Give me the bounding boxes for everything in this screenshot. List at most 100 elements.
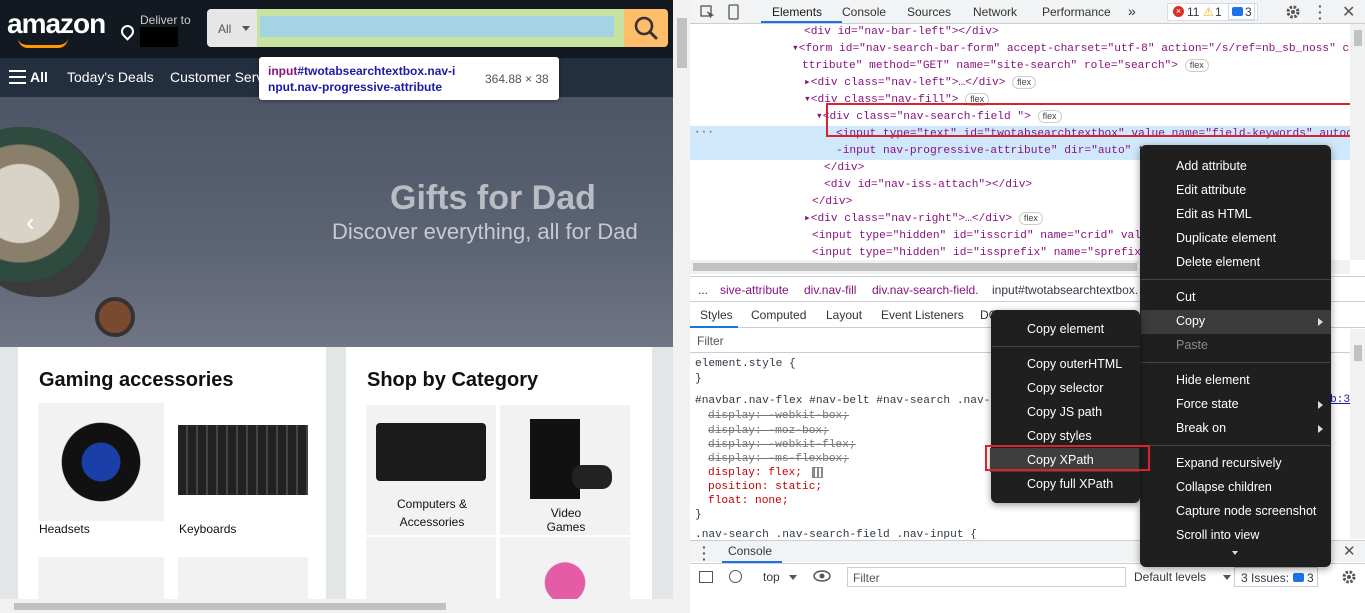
dom-node[interactable]: <input type="hidden" id="issprefix" name… xyxy=(812,245,1161,258)
default-levels-dropdown[interactable]: Default levels xyxy=(1134,570,1206,584)
more-tabs-button[interactable]: » xyxy=(1128,3,1136,19)
style-declaration[interactable]: display: flex; xyxy=(708,466,802,481)
headset-image[interactable] xyxy=(38,403,164,521)
menu-item-delete-element[interactable]: Delete element xyxy=(1176,255,1260,269)
tab-layout[interactable]: Layout xyxy=(826,308,862,322)
style-declaration[interactable]: float: none; xyxy=(708,494,789,509)
menu-item-duplicate-element[interactable]: Duplicate element xyxy=(1176,231,1276,245)
dom-node[interactable]: <div id="nav-iss-attach"></div> xyxy=(824,177,1032,194)
style-rule-selector[interactable]: element.style { xyxy=(695,357,796,372)
menu-item-cut[interactable]: Cut xyxy=(1176,290,1195,304)
console-filter-input[interactable]: Filter xyxy=(847,567,1126,587)
selected-dom-node-cont[interactable]: -input nav-progressive-attribute" dir="a… xyxy=(836,143,1145,160)
flex-badge[interactable]: flex xyxy=(1012,75,1037,89)
sidebar-toggle-icon[interactable] xyxy=(699,571,713,583)
menu-item-break-on[interactable]: Break on xyxy=(1176,421,1226,435)
style-rule-selector[interactable]: .nav-search .nav-search-field .nav-input… xyxy=(695,528,977,539)
page-vertical-scrollbar[interactable] xyxy=(673,0,690,613)
menu-item-copy-js-path[interactable]: Copy JS path xyxy=(1027,405,1102,419)
menu-item-add-attribute[interactable]: Add attribute xyxy=(1176,159,1247,173)
settings-gear-icon[interactable] xyxy=(1285,4,1301,20)
product-label[interactable]: Computers & xyxy=(382,497,482,511)
console-settings-gear-icon[interactable] xyxy=(1341,569,1357,585)
menu-item-expand-recursively[interactable]: Expand recursively xyxy=(1176,456,1282,470)
product-label[interactable]: Video Games xyxy=(530,506,602,534)
close-drawer-icon[interactable]: ✕ xyxy=(1343,542,1356,560)
breadcrumb-ellipsis[interactable]: ... xyxy=(698,283,708,297)
dom-node[interactable]: <input type="hidden" id="isscrid" name="… xyxy=(812,228,1148,245)
style-source-link[interactable]: b:3 xyxy=(1330,394,1350,406)
styles-filter-input[interactable]: Filter xyxy=(697,334,724,348)
tab-console[interactable]: Console xyxy=(842,5,886,19)
context-selector[interactable]: top xyxy=(763,570,780,584)
dom-node[interactable]: </div> xyxy=(824,160,864,177)
menu-item-edit-as-html[interactable]: Edit as HTML xyxy=(1176,207,1252,221)
elements-horizontal-scrollbar-thumb[interactable] xyxy=(693,263,1137,271)
dom-node[interactable]: <div id="nav-bar-left"></div> xyxy=(804,24,999,41)
close-devtools-icon[interactable]: ✕ xyxy=(1342,2,1355,22)
menu-item-copy-styles[interactable]: Copy styles xyxy=(1027,429,1092,443)
tab-event-listeners[interactable]: Event Listeners xyxy=(881,308,964,322)
flex-badge[interactable]: flex xyxy=(1184,58,1209,72)
dom-node[interactable]: </div> xyxy=(812,194,852,211)
menu-scroll-down-icon[interactable] xyxy=(1232,551,1238,555)
breadcrumb-item[interactable]: div.nav-search-field. xyxy=(872,283,979,297)
menu-item-collapse-children[interactable]: Collapse children xyxy=(1176,480,1272,494)
menu-item-copy-outerhtml[interactable]: Copy outerHTML xyxy=(1027,357,1122,371)
node-ellipsis-icon[interactable]: ··· xyxy=(694,127,714,139)
dom-node[interactable]: ▸<div class="nav-left">…</div> flex xyxy=(804,75,1037,92)
style-rule-selector[interactable]: #navbar.nav-flex #nav-belt #nav-search .… xyxy=(695,394,997,409)
style-declaration-overridden[interactable]: display: -webkit-flex; xyxy=(708,438,856,453)
style-declaration-overridden[interactable]: display: -moz-box; xyxy=(708,424,829,439)
hamburger-menu-icon[interactable] xyxy=(9,70,26,84)
device-toolbar-icon[interactable] xyxy=(726,4,740,20)
menu-item-capture-node-screenshot[interactable]: Capture node screenshot xyxy=(1176,504,1316,518)
search-category-dropdown[interactable]: All xyxy=(207,9,257,47)
elements-vertical-scrollbar-thumb[interactable] xyxy=(1354,30,1362,46)
menu-item-force-state[interactable]: Force state xyxy=(1176,397,1239,411)
style-declaration-overridden[interactable]: display: -ms-flexbox; xyxy=(708,452,849,467)
clear-console-icon[interactable] xyxy=(729,570,742,583)
dom-node[interactable]: ▸<div class="nav-right">…</div> flex xyxy=(804,211,1043,228)
menu-item-edit-attribute[interactable]: Edit attribute xyxy=(1176,183,1246,197)
menu-item-copy-full-xpath[interactable]: Copy full XPath xyxy=(1027,477,1113,491)
style-declaration-overridden[interactable]: display: -webkit-box; xyxy=(708,409,849,424)
hero-banner[interactable]: ‹ Gifts for Dad Discover everything, all… xyxy=(0,97,673,347)
amazon-logo[interactable]: amazon xyxy=(7,8,106,40)
dom-node[interactable]: ▾<form id="nav-search-bar-form" accept-c… xyxy=(792,41,1350,58)
breadcrumb-item[interactable]: sive-attribute xyxy=(720,283,789,297)
flexbox-editor-icon[interactable] xyxy=(812,467,823,478)
kebab-menu-icon[interactable]: · · · xyxy=(1318,0,1323,25)
deliver-to-label[interactable]: Deliver to xyxy=(140,13,191,27)
drawer-menu-icon[interactable]: · · · xyxy=(702,540,707,566)
horizontal-scrollbar-thumb[interactable] xyxy=(14,603,446,610)
elements-vertical-scrollbar[interactable] xyxy=(1350,24,1365,260)
messages-badge[interactable]: 3 xyxy=(1228,3,1255,20)
tab-sources[interactable]: Sources xyxy=(907,5,951,19)
nav-customer-service-link[interactable]: Customer Serv xyxy=(170,69,263,85)
nav-all-link[interactable]: All xyxy=(30,69,48,85)
styles-vertical-scrollbar-thumb[interactable] xyxy=(1354,345,1362,361)
carousel-prev-icon[interactable]: ‹ xyxy=(26,207,35,238)
menu-item-hide-element[interactable]: Hide element xyxy=(1176,373,1250,387)
drawer-tab-console[interactable]: Console xyxy=(728,544,772,558)
delivery-location-redacted[interactable] xyxy=(140,27,178,47)
tab-performance[interactable]: Performance xyxy=(1042,5,1111,19)
menu-item-copy[interactable]: Copy xyxy=(1176,314,1205,328)
product-label[interactable]: Headsets xyxy=(39,522,90,536)
tab-elements[interactable]: Elements xyxy=(772,5,822,19)
inspect-element-icon[interactable] xyxy=(700,5,714,19)
menu-item-copy-element[interactable]: Copy element xyxy=(1027,322,1104,336)
page-vertical-scrollbar-thumb[interactable] xyxy=(677,18,687,68)
tab-styles[interactable]: Styles xyxy=(700,308,733,322)
dom-node-cont[interactable]: ttribute" method="GET" name="site-search… xyxy=(802,58,1209,75)
nav-todays-deals-link[interactable]: Today's Deals xyxy=(67,69,154,85)
breadcrumb-item-current[interactable]: input#twotabsearchtextbox. xyxy=(992,283,1138,297)
menu-item-copy-selector[interactable]: Copy selector xyxy=(1027,381,1103,395)
product-label[interactable]: Accessories xyxy=(382,515,482,529)
keyboard-image[interactable] xyxy=(178,425,308,495)
menu-item-scroll-into-view[interactable]: Scroll into view xyxy=(1176,528,1259,542)
product-label[interactable]: Keyboards xyxy=(179,522,236,536)
breadcrumb-item[interactable]: div.nav-fill xyxy=(804,283,856,297)
tab-computed[interactable]: Computed xyxy=(751,308,806,322)
